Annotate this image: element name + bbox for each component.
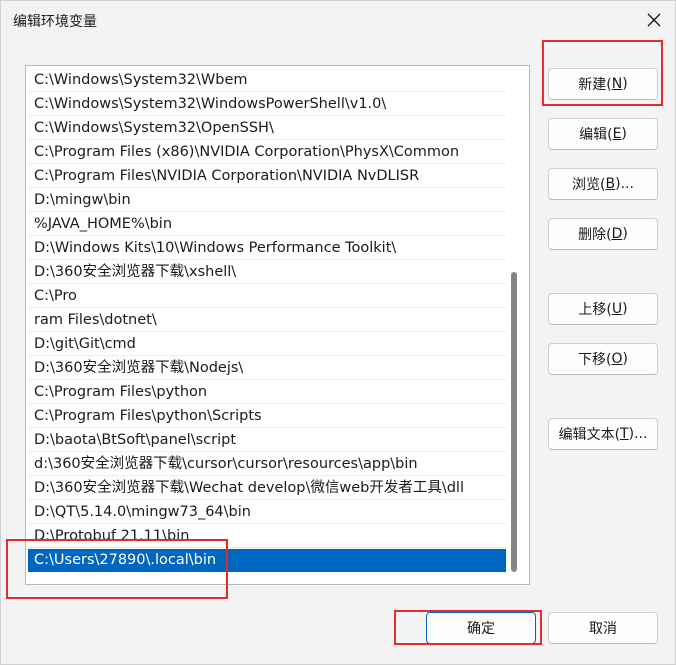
browse-button-accesskey: B [605,176,616,192]
ok-button[interactable]: 确定 [426,612,536,644]
list-item[interactable]: D:\baota\BtSoft\panel\script [28,429,506,452]
list-item[interactable]: C:\Windows\System32\WindowsPowerShell\v1… [28,93,506,116]
list-item[interactable]: C:\Windows\System32\OpenSSH\ [28,117,506,140]
delete-button-suffix: ) [622,226,628,242]
list-item[interactable]: ram Files\dotnet\ [28,309,506,332]
new-button-accesskey: N [611,76,623,92]
edit-button-accesskey: E [612,126,622,142]
edit-button[interactable]: 编辑(E) [548,118,658,150]
browse-button-label: 浏览( [572,177,606,193]
edit-text-button-suffix: )... [628,426,648,442]
list-item[interactable]: C:\Windows\System32\Wbem [28,69,506,92]
close-icon [647,13,661,27]
edit-text-button-accesskey: T [620,426,629,442]
list-item[interactable]: C:\Pro [28,285,506,308]
delete-button[interactable]: 删除(D) [548,218,658,250]
move-up-button-suffix: ) [622,301,628,317]
list-item[interactable]: C:\Program Files\python\Scripts [28,405,506,428]
vertical-scrollbar[interactable] [509,70,519,580]
list-item[interactable]: D:\360安全浏览器下载\Nodejs\ [28,357,506,380]
move-down-button-suffix: ) [622,351,628,367]
move-down-button-label: 下移( [578,352,612,368]
list-item[interactable]: %JAVA_HOME%\bin [28,213,506,236]
new-button[interactable]: 新建(N) [548,68,658,100]
move-down-button-accesskey: O [611,351,623,367]
close-button[interactable] [639,5,669,35]
list-item[interactable]: D:\QT\5.14.0\mingw73_64\bin [28,501,506,524]
move-up-button[interactable]: 上移(U) [548,293,658,325]
list-item-selected[interactable]: C:\Users\27890\.local\bin [28,549,506,572]
list-item[interactable]: D:\Protobuf 21.11\bin [28,525,506,548]
browse-button-suffix: )... [615,176,634,192]
new-button-suffix: ) [622,76,628,92]
list-item[interactable]: d:\360安全浏览器下载\cursor\cursor\resources\ap… [28,453,506,476]
list-item[interactable]: C:\Program Files (x86)\NVIDIA Corporatio… [28,141,506,164]
ok-button-label: 确定 [467,621,495,637]
edit-text-button[interactable]: 编辑文本(T)... [548,418,658,450]
list-item[interactable]: D:\Windows Kits\10\Windows Performance T… [28,237,506,260]
list-item[interactable]: C:\Program Files\python [28,381,506,404]
edit-button-label: 编辑( [579,127,613,143]
list-item[interactable]: D:\360安全浏览器下载\Wechat develop\微信web开发者工具\… [28,477,506,500]
move-up-button-label: 上移( [578,302,612,318]
move-up-button-accesskey: U [611,301,623,317]
cancel-button[interactable]: 取消 [548,612,658,644]
delete-button-accesskey: D [611,226,623,242]
path-listbox[interactable]: C:\Windows\System32\Wbem C:\Windows\Syste… [25,65,530,585]
list-item[interactable]: D:\mingw\bin [28,189,506,212]
edit-text-button-label: 编辑文本( [558,427,621,443]
list-item[interactable]: D:\git\Git\cmd [28,333,506,356]
edit-env-variable-dialog: 编辑环境变量 C:\Windows\System32\Wbem C:\Window… [0,0,676,665]
new-button-label: 新建( [578,77,612,93]
window-title: 编辑环境变量 [13,14,97,30]
list-item[interactable]: C:\Program Files\NVIDIA Corporation\NVID… [28,165,506,188]
move-down-button[interactable]: 下移(O) [548,343,658,375]
list-item[interactable]: D:\360安全浏览器下载\xshell\ [28,261,506,284]
scrollbar-thumb[interactable] [511,272,517,572]
browse-button[interactable]: 浏览(B)... [548,168,658,200]
cancel-button-label: 取消 [589,621,617,637]
edit-button-suffix: ) [621,126,627,142]
delete-button-label: 删除( [578,227,612,243]
